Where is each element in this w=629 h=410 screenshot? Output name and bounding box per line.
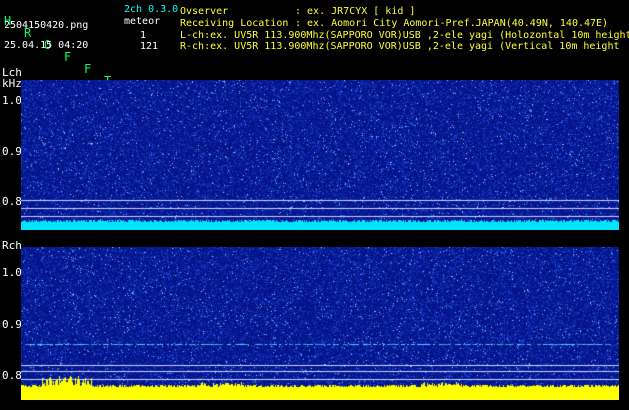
lch-tick-1.0: 1.0 [2,94,22,107]
datetime: 25.04.15 04:20 [4,40,89,51]
lch-spectrogram-canvas [21,80,619,230]
mode-sub-label: meteor [124,16,161,27]
rch-spectrogram-canvas [21,247,619,400]
title-letter: F [64,50,72,64]
lch-tick-0.9: 0.9 [2,145,22,158]
rch-tick-1.0: 1.0 [2,266,22,279]
rch-tick-0.9: 0.9 [2,318,22,331]
lch-tick-0.8: 0.8 [2,195,22,208]
mode-label: 2ch 0.3.0 [124,4,179,15]
rch-count: 121 [140,41,159,52]
rch-info: R-ch:ex. UV5R 113.900Mhz(SAPPORO VOR)USB… [180,41,620,52]
observer-label: Ovserver [180,6,229,17]
location-label: Receiving Location [180,18,289,29]
rch-label: Rch [2,239,22,252]
title-letter: F [84,62,92,76]
rch-tick-0.8: 0.8 [2,369,22,382]
observer-value: : ex. JR7CYX [ kid ] [295,6,416,17]
lch-spectrogram [21,80,619,230]
location-value: : ex. Aomori City Aomori-Pref.JAPAN(40.4… [295,18,609,29]
rch-spectrogram [21,247,619,400]
filename: 2504150420.png [4,20,89,31]
